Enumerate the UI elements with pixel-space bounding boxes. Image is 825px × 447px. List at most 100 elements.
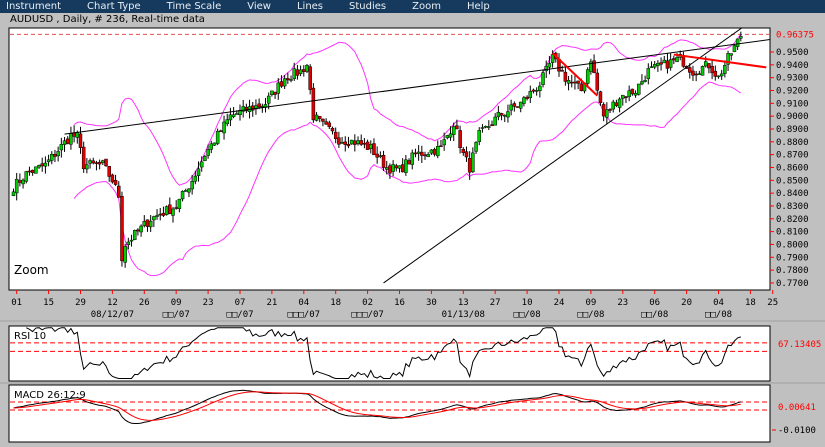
candle: [359, 140, 363, 145]
rsi-panel[interactable]: [8, 325, 771, 382]
candle: [362, 143, 367, 145]
candle: [688, 67, 692, 73]
x-tick-label: 24: [554, 298, 565, 308]
candle: [193, 175, 198, 182]
candle: [439, 145, 443, 148]
candle: [541, 72, 545, 85]
candle: [136, 229, 140, 232]
candle: [65, 138, 70, 144]
candle: [145, 219, 150, 227]
y-tick-label: 0.8700: [776, 151, 809, 161]
candle: [286, 78, 290, 81]
macd-label: MACD 26:12:9: [14, 390, 86, 401]
candle: [423, 154, 427, 157]
current-price-label: 0.96375: [776, 30, 814, 40]
candle: [292, 68, 296, 79]
candle: [317, 116, 322, 119]
candle: [528, 91, 533, 99]
candle: [630, 88, 635, 95]
candle: [78, 133, 83, 148]
macd-panel[interactable]: [8, 384, 771, 443]
candle: [62, 140, 67, 145]
candle: [219, 130, 223, 132]
candle: [164, 206, 169, 215]
candle: [365, 141, 370, 150]
candle: [24, 171, 29, 182]
x-tick-label: 18: [745, 298, 756, 308]
candle: [91, 160, 95, 164]
candle: [729, 53, 733, 56]
y-tick-label: 0.8800: [776, 138, 809, 148]
x-tick-label: 15: [43, 298, 54, 308]
candle: [270, 90, 274, 96]
candle: [126, 241, 131, 246]
zoom-label[interactable]: Zoom: [14, 263, 49, 277]
candle: [681, 55, 686, 67]
candle: [601, 104, 606, 117]
candle: [534, 90, 539, 92]
month-label: □□/08: [577, 310, 604, 320]
candle: [611, 101, 615, 110]
y-tick-label: 0.9400: [776, 61, 809, 71]
candle: [97, 161, 102, 165]
candle: [397, 165, 402, 169]
x-tick-label: 25: [767, 298, 778, 308]
month-label: □□/07: [163, 310, 190, 320]
candle: [570, 81, 574, 84]
candle: [694, 73, 698, 76]
candle: [212, 142, 217, 146]
candle: [451, 126, 456, 135]
candle: [215, 130, 220, 144]
candle: [474, 142, 478, 152]
candle: [700, 66, 705, 76]
candle: [503, 114, 507, 117]
candle: [563, 71, 568, 82]
candle: [187, 188, 191, 193]
candle: [177, 198, 182, 209]
candle: [190, 181, 194, 190]
candle: [713, 70, 718, 77]
month-label: □□/07: [226, 310, 253, 320]
candle: [279, 81, 284, 87]
candle: [85, 164, 89, 170]
candle: [40, 163, 44, 167]
candle: [88, 160, 92, 164]
candle: [432, 149, 437, 155]
candle: [81, 146, 86, 170]
y-tick-label: 0.8300: [776, 202, 809, 212]
candle: [467, 158, 472, 173]
x-tick-label: 20: [681, 298, 692, 308]
candle: [369, 144, 373, 149]
candle: [209, 143, 214, 150]
candle: [330, 127, 335, 132]
y-tick-label: 0.8100: [776, 228, 809, 238]
candle: [298, 69, 303, 74]
y-tick-label: 0.8600: [776, 163, 809, 173]
candle: [605, 109, 609, 118]
candle: [410, 152, 414, 165]
macd-axis-label: -0.0100: [778, 426, 816, 436]
candle: [27, 170, 32, 173]
x-tick-label: 02: [362, 298, 373, 308]
candle: [257, 103, 261, 108]
y-tick-label: 0.9500: [776, 48, 809, 58]
candle: [180, 191, 185, 200]
y-tick-label: 0.8200: [776, 215, 809, 225]
candle: [273, 91, 277, 95]
candle: [617, 98, 622, 108]
candle: [732, 45, 737, 53]
candle: [499, 113, 504, 116]
candle: [550, 54, 555, 63]
candle: [196, 168, 201, 176]
candle: [18, 180, 22, 183]
candle: [327, 122, 332, 127]
candle: [206, 149, 210, 156]
candle: [703, 61, 708, 67]
y-tick-label: 0.9200: [776, 86, 809, 96]
candle: [509, 104, 513, 111]
candle: [445, 135, 450, 139]
candle: [662, 59, 667, 64]
candle: [672, 58, 676, 61]
candle: [34, 166, 38, 174]
chart-canvas[interactable]: 0.9500 0.9400 0.9300 0.9200 0.9100 0.9000 0.89…: [0, 0, 825, 447]
